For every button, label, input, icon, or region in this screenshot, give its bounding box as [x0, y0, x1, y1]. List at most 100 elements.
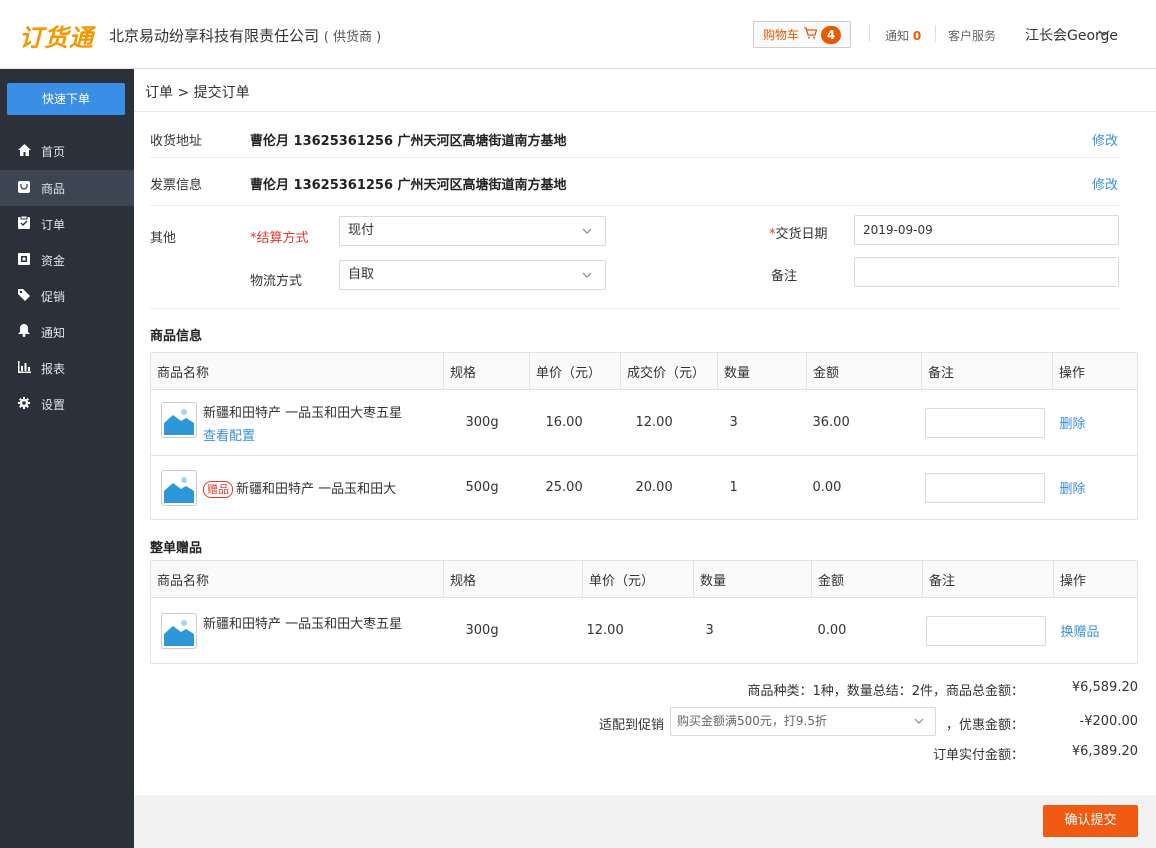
company-name-text: 北京易动纷享科技有限责任公司 [109, 27, 320, 45]
invoice-value: 曹伦月 13625361256 广州天河区高塘街道南方基地 [250, 178, 567, 193]
product-cell: 新疆和田特产 一品玉和田大枣五星 [150, 597, 444, 664]
product-cell: 赠品 新疆和田特产 一品玉和田大 [150, 455, 444, 520]
main-content: 订单 > 提交订单 收货地址 曹伦月 13625361256 广州天河区高塘街道… [134, 69, 1156, 848]
view-config-link[interactable]: 查看配置 [203, 425, 402, 444]
column-header: 成交价（元） [620, 352, 718, 390]
column-header: 单价（元） [582, 560, 694, 598]
promo-value: 购买金额满500元，打9.5折 [677, 714, 827, 728]
product-name: 新疆和田特产 一品玉和田大枣五星 [203, 616, 403, 632]
sidebar-item-notices[interactable]: 通知 [0, 314, 134, 350]
order-gifts-section-title: 整单赠品 [150, 541, 203, 556]
settlement-select[interactable]: 现付 [339, 216, 606, 246]
row-remark-input[interactable] [925, 615, 1046, 646]
goods-section-title: 商品信息 [150, 329, 203, 344]
divider [150, 205, 1120, 206]
unit-price-cell: 25.00 [529, 455, 621, 520]
chevron-down-icon[interactable] [1097, 26, 1111, 44]
column-header: 单价（元） [529, 352, 621, 390]
bag-icon [17, 180, 31, 196]
payable-amount: ¥6,389.20 [1071, 744, 1138, 759]
customer-service-link[interactable]: 客户服务 [948, 27, 996, 44]
sidebar-item-label: 促销 [41, 289, 66, 304]
table-row: 新疆和田特产 一品玉和田大枣五星 300g 12.00 3 0.00 换赠品 [150, 597, 1138, 664]
sidebar-item-settings[interactable]: 设置 [0, 386, 134, 422]
remark-input[interactable] [854, 257, 1119, 287]
logistics-label: 物流方式 [250, 274, 303, 289]
sidebar-item-label: 通知 [41, 325, 66, 340]
sidebar-item-orders[interactable]: 订单 [0, 206, 134, 242]
confirm-submit-button[interactable]: 确认提交 [1043, 805, 1138, 837]
gift-badge: 赠品 [203, 480, 233, 498]
deal-price-cell: 20.00 [620, 455, 718, 520]
remark-cell [921, 389, 1053, 456]
product-name: 新疆和田特产 一品玉和田大 [236, 481, 397, 497]
goods-table: 商品名称 规格 单价（元） 成交价（元） 数量 金额 备注 操作 新疆和田特产 … [150, 352, 1138, 520]
sidebar-item-label: 订单 [41, 217, 66, 232]
qty-cell: 1 [717, 455, 807, 520]
remark-label: 备注 [771, 269, 798, 284]
column-header: 操作 [1052, 352, 1138, 390]
column-header: 金额 [806, 352, 922, 390]
order-gifts-table: 商品名称 规格 单价（元） 数量 金额 备注 操作 新疆和田特产 一品玉和田大枣… [150, 560, 1138, 664]
company-role-tag: ( 供货商 ) [323, 30, 382, 45]
product-cell: 新疆和田特产 一品玉和田大枣五星 查看配置 [150, 389, 444, 456]
discount-amount: -¥200.00 [1079, 714, 1138, 729]
delete-link[interactable]: 删除 [1060, 482, 1086, 497]
unit-price-cell: 16.00 [529, 389, 621, 456]
table-header-row: 商品名称 规格 单价（元） 数量 金额 备注 操作 [150, 560, 1138, 598]
delivery-date-label: *交货日期 [769, 223, 828, 242]
row-remark-input[interactable] [924, 407, 1045, 438]
cart-icon [803, 27, 818, 42]
delete-link[interactable]: 删除 [1060, 417, 1086, 432]
row-remark-input[interactable] [924, 472, 1045, 503]
qty-cell: 3 [717, 389, 807, 456]
clipboard-icon [17, 215, 31, 232]
deal-price-cell: 12.00 [620, 389, 718, 456]
other-label: 其他 [150, 231, 177, 246]
invoice-label: 发票信息 [150, 178, 203, 193]
product-image-icon [161, 612, 197, 649]
sidebar-item-reports[interactable]: 报表 [0, 350, 134, 386]
edit-invoice-link[interactable]: 修改 [1092, 174, 1118, 193]
spec-cell: 300g [443, 389, 530, 456]
sidebar-item-promotions[interactable]: 促销 [0, 278, 134, 314]
quick-order-button[interactable]: 快速下单 [7, 83, 125, 115]
app-logo[interactable]: 订货通 [19, 18, 94, 53]
column-header: 备注 [921, 352, 1053, 390]
sidebar-item-home[interactable]: 首页 [0, 133, 134, 169]
amount-cell: 0.00 [806, 455, 922, 520]
sidebar-item-products[interactable]: 商品 [0, 170, 134, 206]
amount-cell: 36.00 [806, 389, 922, 456]
address-label: 收货地址 [150, 134, 203, 149]
bell-icon [17, 324, 31, 340]
totals-summary-label: 商品种类：1种，数量总结：2件，商品总金额： [747, 684, 1024, 699]
sidebar-item-label: 商品 [41, 181, 66, 196]
column-header: 数量 [717, 352, 807, 390]
company-name: 北京易动纷享科技有限责任公司 ( 供货商 ) [109, 25, 381, 46]
qty-cell: 3 [693, 597, 812, 664]
divider [869, 25, 870, 42]
promo-select[interactable]: 购买金额满500元，打9.5折 [670, 707, 936, 736]
notice-link[interactable]: 通知 0 [885, 27, 921, 44]
breadcrumb: 订单 > 提交订单 [145, 85, 250, 101]
action-cell: 换赠品 [1053, 597, 1138, 664]
amount-cell: 0.00 [811, 597, 923, 664]
change-gift-link[interactable]: 换赠品 [1061, 625, 1100, 640]
notice-label: 通知 [885, 29, 910, 43]
sidebar-item-funds[interactable]: 资金 [0, 242, 134, 278]
table-row: 新疆和田特产 一品玉和田大枣五星 查看配置 300g 16.00 12.00 3… [150, 389, 1138, 456]
delivery-date-input[interactable]: 2019-09-09 [854, 215, 1119, 245]
cart-button[interactable]: 购物车 4 [753, 21, 851, 48]
cart-count-badge: 4 [821, 25, 841, 44]
chevron-down-icon [581, 217, 593, 255]
edit-address-link[interactable]: 修改 [1092, 130, 1118, 149]
remark-cell [921, 455, 1053, 520]
table-header-row: 商品名称 规格 单价（元） 成交价（元） 数量 金额 备注 操作 [150, 352, 1138, 390]
logistics-select[interactable]: 自取 [339, 260, 606, 290]
spec-cell: 300g [443, 597, 583, 664]
top-bar: 订货通 北京易动纷享科技有限责任公司 ( 供货商 ) 购物车 4 通知 0 客户… [0, 0, 1156, 69]
divider [935, 25, 936, 42]
notice-count: 0 [912, 29, 922, 43]
product-image-icon [161, 401, 197, 438]
action-cell: 删除 [1052, 389, 1138, 456]
